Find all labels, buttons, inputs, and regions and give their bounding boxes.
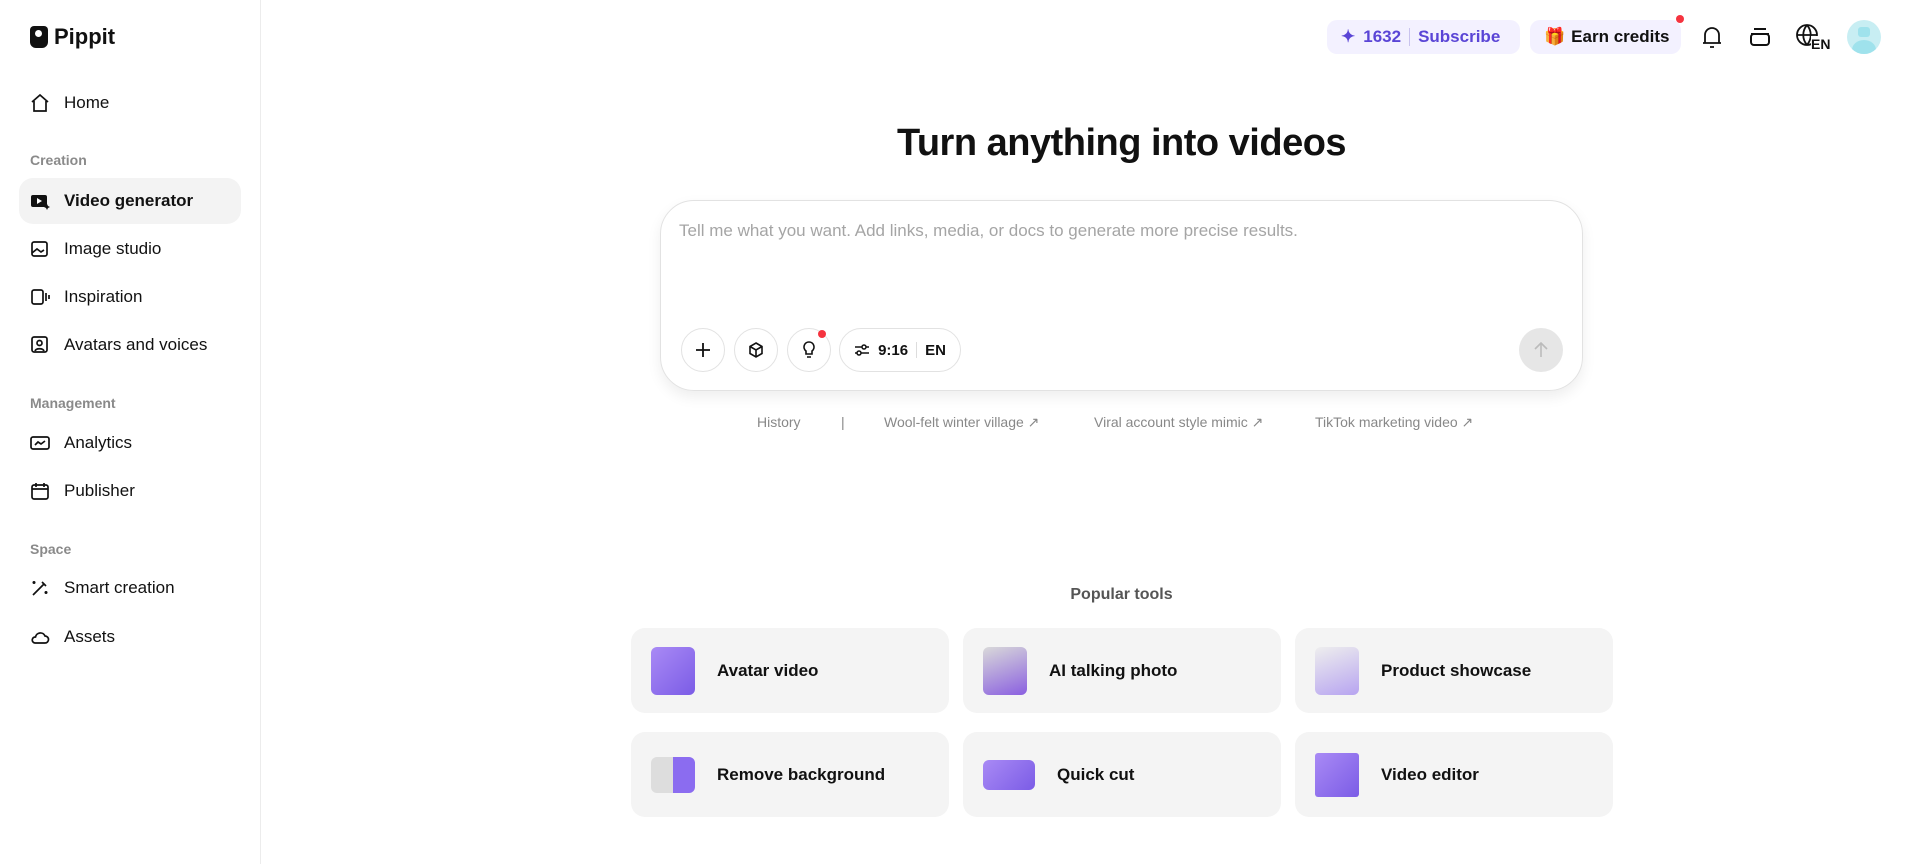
- quick-cut-thumbnail: [983, 759, 1035, 790]
- section-label-management: Management: [30, 395, 116, 411]
- aspect-ratio: 9:16: [878, 341, 909, 359]
- home-icon: [30, 93, 50, 113]
- plus-icon: [696, 343, 710, 357]
- page-title: Turn anything into videos: [896, 122, 1347, 164]
- bell-icon[interactable]: [1697, 22, 1727, 52]
- idea-button[interactable]: [787, 328, 831, 372]
- lightbulb-icon: [803, 341, 815, 358]
- tool-label: Product showcase: [1381, 660, 1532, 680]
- tool-label: Quick cut: [1057, 764, 1135, 784]
- talking-photo-thumbnail: [983, 646, 1027, 695]
- sidebar: Pippit Home Creation Video generator Ima…: [0, 0, 261, 864]
- send-button[interactable]: [1519, 328, 1563, 372]
- credits-subscribe-button[interactable]: ✦ 1632 Subscribe: [1327, 20, 1520, 54]
- tool-label: Avatar video: [717, 660, 819, 680]
- sidebar-item-label: Inspiration: [64, 287, 143, 306]
- sidebar-item-analytics[interactable]: Analytics: [19, 420, 241, 466]
- suggestion-separator: |: [841, 414, 845, 430]
- popular-tools-heading: Popular tools: [1070, 586, 1173, 603]
- sidebar-item-label: Analytics: [64, 433, 133, 452]
- sidebar-item-label: Avatars and voices: [64, 335, 208, 354]
- tool-card-video-editor[interactable]: Video editor: [1295, 732, 1613, 817]
- tool-label: AI talking photo: [1049, 660, 1178, 680]
- add-button[interactable]: [681, 328, 725, 372]
- logo-text: Pippit: [54, 24, 116, 49]
- avatar-icon: [30, 335, 50, 355]
- video-editor-thumbnail: [1315, 752, 1359, 797]
- cube-icon: [749, 342, 763, 358]
- avatar-video-thumbnail: [651, 646, 695, 695]
- sidebar-item-avatars-and-voices[interactable]: Avatars and voices: [19, 322, 241, 368]
- sidebar-item-image-studio[interactable]: Image studio: [19, 226, 241, 272]
- sidebar-item-label: Image studio: [64, 239, 162, 258]
- calendar-icon: [30, 481, 50, 501]
- notification-dot: [1676, 15, 1684, 23]
- tool-card-remove-background[interactable]: Remove background: [631, 732, 949, 817]
- video-settings-button[interactable]: 9:16 EN: [839, 328, 961, 372]
- sidebar-item-video-generator[interactable]: Video generator: [19, 178, 241, 224]
- gift-icon: 🎁: [1544, 27, 1566, 46]
- logo-icon: [30, 26, 48, 48]
- tool-card-product-showcase[interactable]: Product showcase: [1295, 628, 1613, 713]
- tool-label: Remove background: [717, 764, 886, 784]
- sparkle-icon: ✦: [1341, 27, 1356, 46]
- pippit-logo[interactable]: Pippit: [30, 24, 115, 50]
- video-generator-icon: [30, 191, 50, 211]
- arrow-up-icon: [1534, 341, 1548, 357]
- suggestion-link[interactable]: Viral account style mimic ↗: [1094, 414, 1263, 431]
- section-label-space: Space: [30, 541, 72, 557]
- sliders-icon: [855, 344, 870, 356]
- prompt-input[interactable]: [679, 221, 1559, 281]
- language-code: EN: [1811, 36, 1831, 52]
- product-showcase-thumbnail: [1315, 646, 1359, 695]
- suggestion-link[interactable]: TikTok marketing video ↗: [1315, 414, 1473, 431]
- earn-credits-label: Earn credits: [1571, 27, 1670, 46]
- inspiration-icon: [30, 287, 50, 307]
- remove-background-thumbnail: [651, 756, 695, 793]
- analytics-icon: [30, 433, 50, 453]
- sidebar-item-label: Assets: [64, 627, 116, 646]
- image-icon: [30, 239, 50, 259]
- divider: [916, 342, 918, 358]
- output-language: EN: [925, 341, 946, 359]
- sidebar-item-label: Publisher: [64, 481, 135, 500]
- magic-wand-icon: [30, 578, 50, 598]
- suggestion-link[interactable]: Wool-felt winter village ↗: [884, 414, 1039, 431]
- sidebar-item-label: Smart creation: [64, 578, 175, 597]
- cloud-icon: [30, 627, 50, 647]
- section-label-creation: Creation: [30, 152, 87, 168]
- sidebar-item-label: Video generator: [64, 191, 194, 210]
- tool-card-avatar-video[interactable]: Avatar video: [631, 628, 949, 713]
- divider: [1409, 28, 1411, 46]
- notification-dot: [818, 330, 826, 338]
- subscribe-label: Subscribe: [1418, 27, 1501, 46]
- language-globe-icon[interactable]: EN: [1794, 22, 1831, 52]
- prompt-box: 9:16 EN: [660, 200, 1583, 391]
- sidebar-item-home[interactable]: Home: [19, 80, 241, 126]
- sidebar-item-label: Home: [64, 93, 110, 112]
- credits-count: 1632: [1363, 27, 1402, 46]
- earn-credits-button[interactable]: 🎁 Earn credits: [1530, 20, 1681, 54]
- tool-label: Video editor: [1381, 764, 1479, 784]
- wallet-icon[interactable]: [1745, 22, 1775, 52]
- sidebar-item-assets[interactable]: Assets: [19, 614, 241, 660]
- history-link[interactable]: History: [757, 414, 801, 430]
- tool-card-ai-talking-photo[interactable]: AI talking photo: [963, 628, 1281, 713]
- sidebar-item-inspiration[interactable]: Inspiration: [19, 274, 241, 320]
- model-button[interactable]: [734, 328, 778, 372]
- sidebar-item-publisher[interactable]: Publisher: [19, 468, 241, 514]
- sidebar-item-smart-creation[interactable]: Smart creation: [19, 565, 241, 611]
- user-avatar[interactable]: [1847, 20, 1881, 54]
- tool-card-quick-cut[interactable]: Quick cut: [963, 732, 1281, 817]
